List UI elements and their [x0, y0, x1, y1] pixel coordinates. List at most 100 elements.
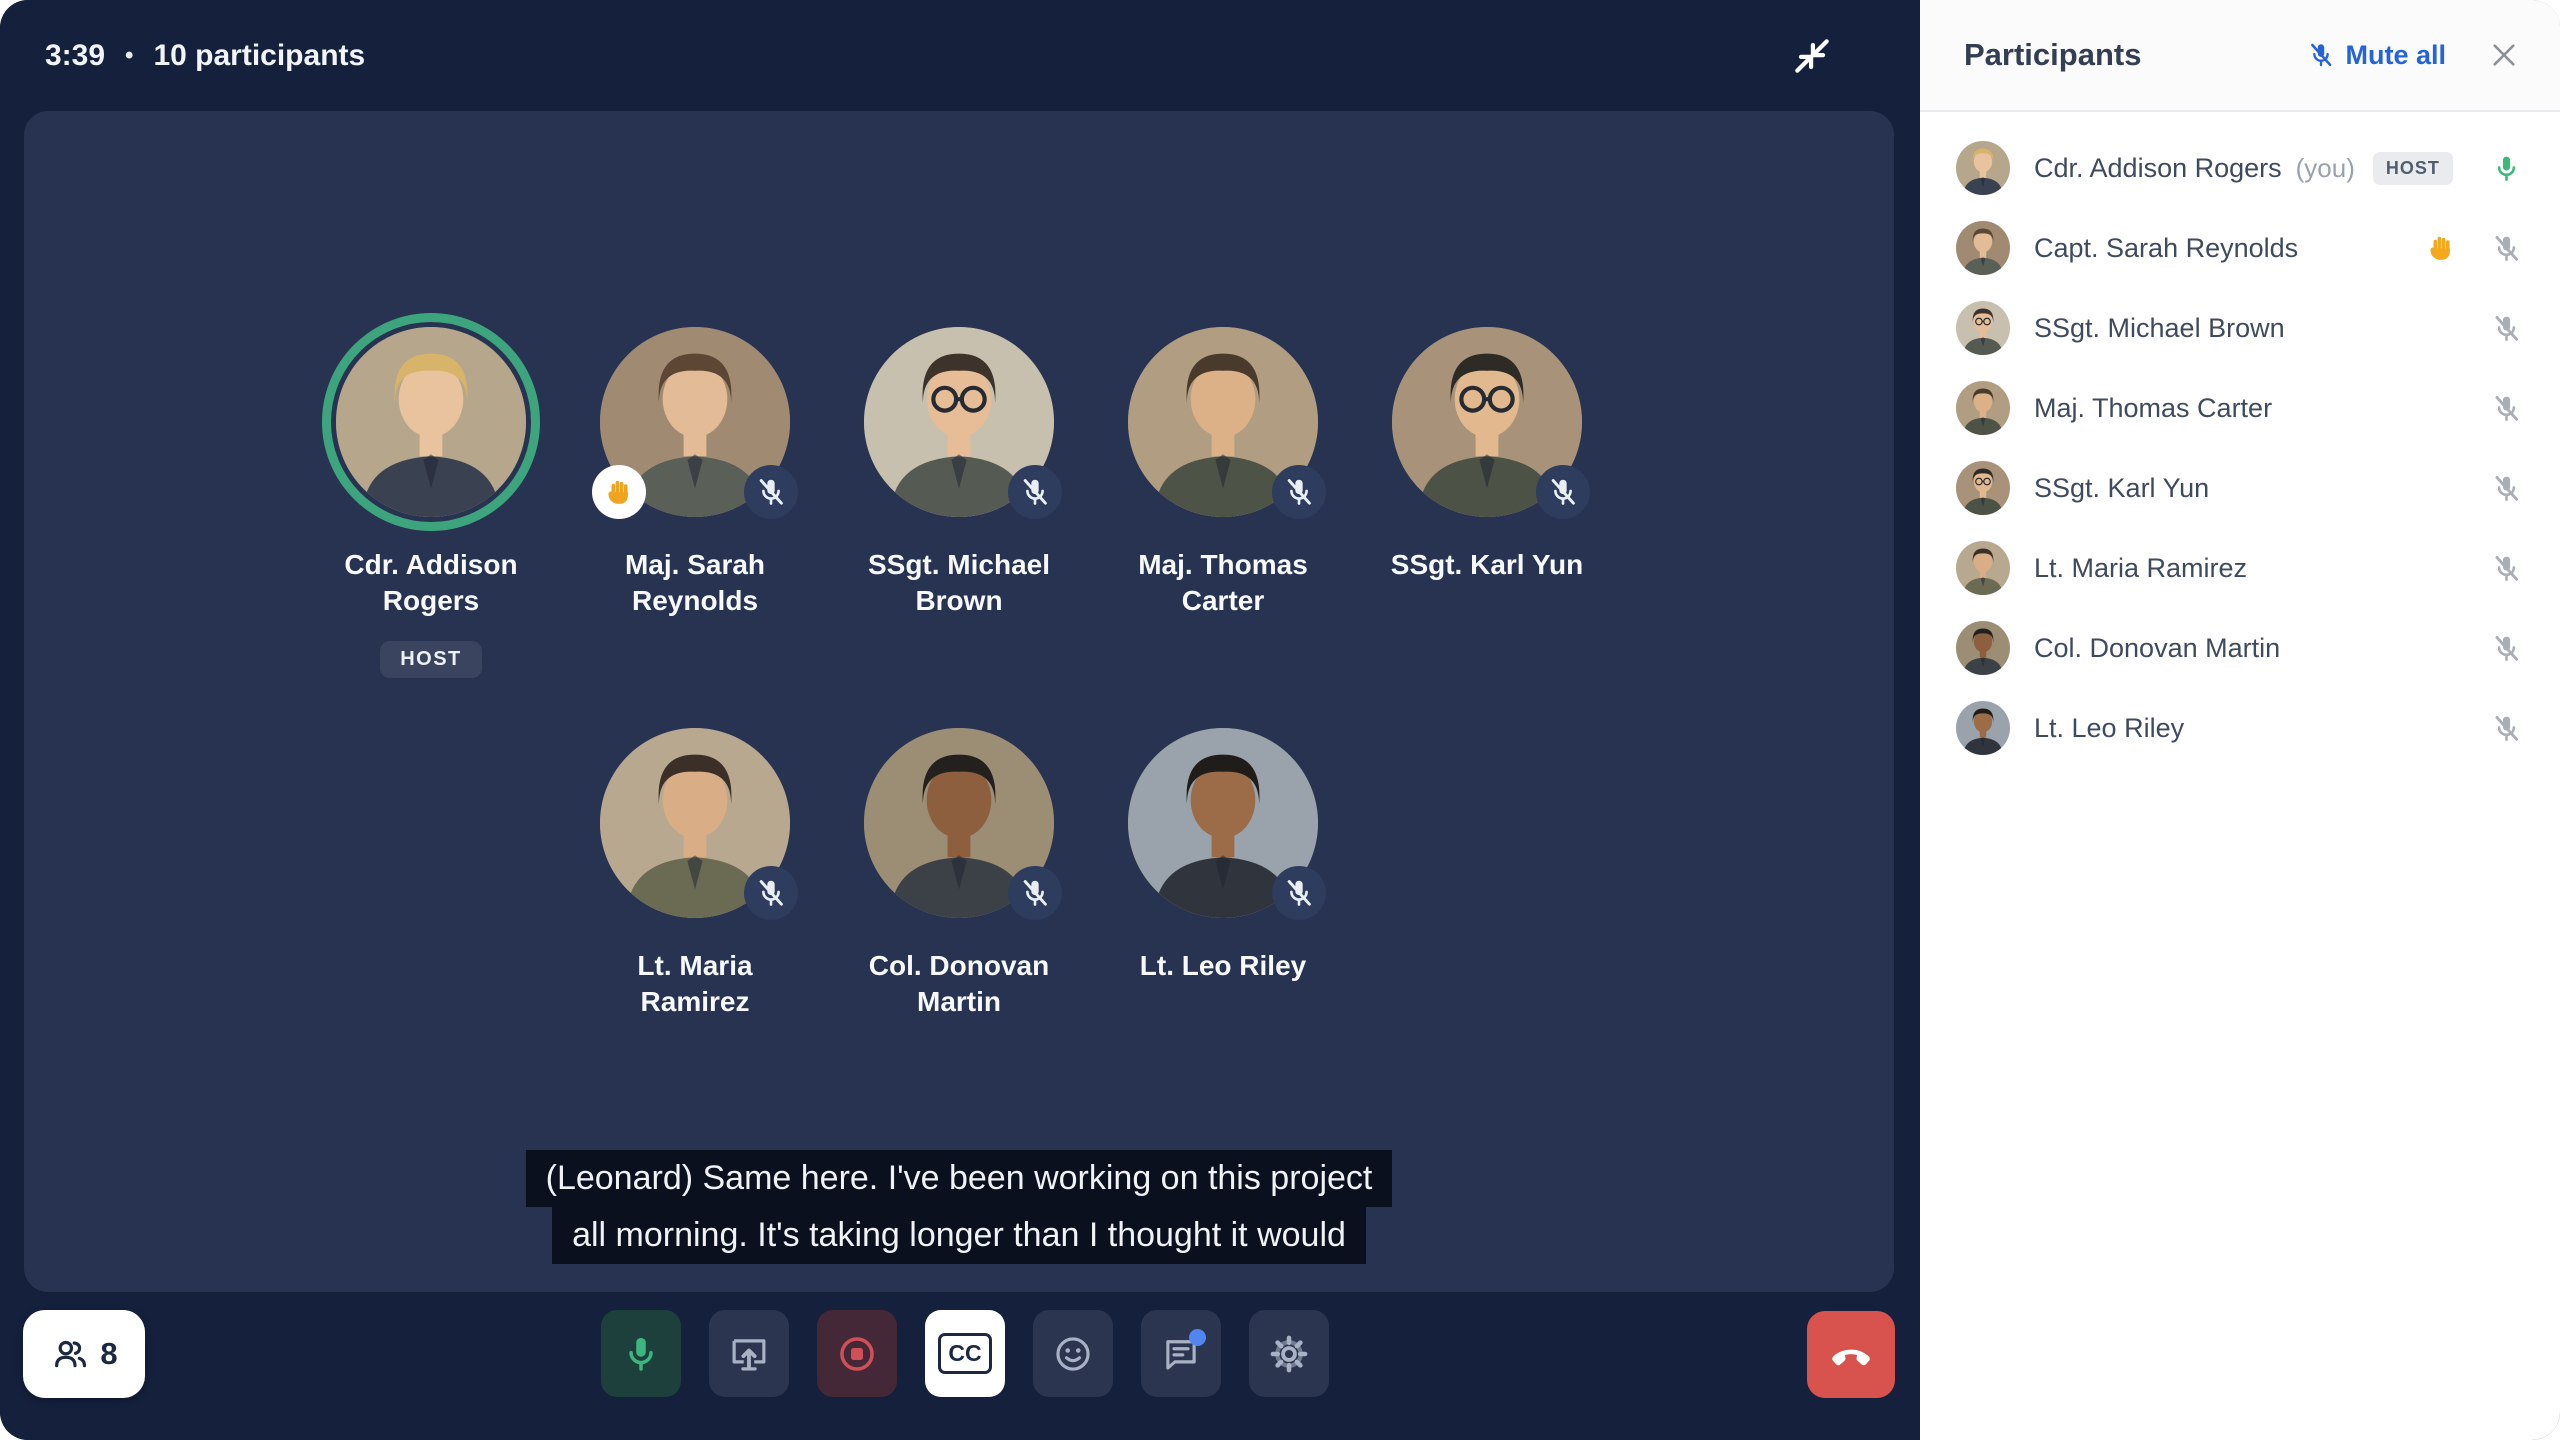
meeting-topbar: 3:39 • 10 participants: [0, 0, 1920, 111]
gear-icon: [1268, 1333, 1310, 1375]
record-button[interactable]: [817, 1310, 897, 1397]
participants-list: Cdr. Addison Rogers (you) HOST Capt. Sar…: [1920, 112, 2560, 768]
participant-name: Lt. Leo Riley: [2034, 713, 2184, 744]
reactions-button[interactable]: [1033, 1310, 1113, 1397]
participant-name: Cdr. Addison Rogers: [324, 547, 538, 619]
separator-dot: •: [125, 42, 133, 70]
participant-tile[interactable]: Maj. Sarah Reynolds: [575, 327, 815, 619]
participant-avatar: [1956, 301, 2010, 355]
smiley-icon: [1052, 1333, 1094, 1375]
participant-name: Cdr. Addison Rogers: [2034, 153, 2282, 184]
muted-mic-icon: [2491, 713, 2522, 744]
muted-mic-icon: [2491, 393, 2522, 424]
participant-row[interactable]: Cdr. Addison Rogers (you) HOST: [1956, 128, 2522, 208]
participant-name: SSgt. Karl Yun: [1391, 547, 1583, 583]
participant-tile[interactable]: Cdr. Addison Rogers HOST: [311, 327, 551, 678]
screen-share-icon: [728, 1333, 770, 1375]
mute-all-button[interactable]: Mute all: [2307, 40, 2446, 71]
muted-mic-badge: [1008, 465, 1062, 519]
microphone-button[interactable]: [601, 1310, 681, 1397]
screen-share-button[interactable]: [709, 1310, 789, 1397]
participant-tile[interactable]: SSgt. Michael Brown: [839, 327, 1079, 619]
muted-mic-icon: [2491, 313, 2522, 344]
meeting-timer: 3:39: [45, 39, 105, 73]
chat-notification-dot: [1189, 1329, 1206, 1346]
participant-avatar: [1956, 141, 2010, 195]
participant-avatar: [1956, 221, 2010, 275]
participant-avatar: [336, 327, 526, 517]
minimize-button[interactable]: [1782, 26, 1842, 86]
raised-hand-icon: [2425, 232, 2457, 264]
participant-row[interactable]: Col. Donovan Martin: [1956, 608, 2522, 688]
muted-mic-icon: [2491, 553, 2522, 584]
muted-mic-badge: [1272, 866, 1326, 920]
video-grid-row-1: Cdr. Addison Rogers HOST: [311, 327, 1607, 678]
host-badge: HOST: [380, 641, 482, 678]
mute-all-label: Mute all: [2345, 40, 2446, 71]
participant-avatar: [1956, 381, 2010, 435]
closed-captions-button[interactable]: CC: [925, 1310, 1005, 1397]
participant-row[interactable]: SSgt. Michael Brown: [1956, 288, 2522, 368]
participant-name: Maj. Thomas Carter: [1116, 547, 1330, 619]
muted-mic-icon: [2307, 41, 2335, 69]
participant-name: Maj. Thomas Carter: [2034, 393, 2272, 424]
participant-row[interactable]: SSgt. Karl Yun: [1956, 448, 2522, 528]
cc-icon: CC: [938, 1333, 991, 1374]
record-stop-icon: [836, 1333, 878, 1375]
muted-mic-icon: [2491, 473, 2522, 504]
participant-name: SSgt. Karl Yun: [2034, 473, 2209, 504]
participant-name: Lt. Maria Ramirez: [588, 948, 802, 1020]
muted-mic-badge: [744, 866, 798, 920]
participant-name: Lt. Leo Riley: [1140, 948, 1306, 984]
meeting-window: 3:39 • 10 participants: [0, 0, 2560, 1440]
participant-tile[interactable]: Lt. Leo Riley: [1103, 728, 1343, 984]
collapse-arrows-icon: [1790, 34, 1834, 78]
muted-mic-badge: [1272, 465, 1326, 519]
panel-title: Participants: [1964, 37, 2307, 73]
participant-tile[interactable]: SSgt. Karl Yun: [1367, 327, 1607, 583]
participant-row[interactable]: Capt. Sarah Reynolds: [1956, 208, 2522, 288]
participant-count-button[interactable]: 8: [23, 1310, 145, 1398]
participant-count-value: 8: [100, 1336, 117, 1372]
close-panel-button[interactable]: [2488, 39, 2520, 71]
muted-mic-icon: [2491, 233, 2522, 264]
captions-overlay: (Leonard) Same here. I've been working o…: [24, 1150, 1894, 1264]
host-badge: HOST: [2373, 152, 2453, 185]
participant-name: Col. Donovan Martin: [852, 948, 1066, 1020]
muted-mic-badge: [1536, 465, 1590, 519]
muted-mic-badge: [744, 465, 798, 519]
participant-row[interactable]: Lt. Leo Riley: [1956, 688, 2522, 768]
you-label: (you): [2296, 153, 2355, 184]
leave-call-button[interactable]: [1807, 1311, 1895, 1398]
raised-hand-badge: [592, 465, 646, 519]
muted-mic-icon: [2491, 633, 2522, 664]
controls-group: CC: [601, 1310, 1329, 1397]
caption-line: (Leonard) Same here. I've been working o…: [526, 1150, 1393, 1207]
participant-name: Col. Donovan Martin: [2034, 633, 2280, 664]
participant-avatar: [1956, 701, 2010, 755]
participant-name: Capt. Sarah Reynolds: [2034, 233, 2298, 264]
close-icon: [2488, 39, 2520, 71]
participant-row[interactable]: Maj. Thomas Carter: [1956, 368, 2522, 448]
main-stage-area: 3:39 • 10 participants: [0, 0, 1920, 1440]
chat-button[interactable]: [1141, 1310, 1221, 1397]
participant-avatar: [1956, 541, 2010, 595]
settings-button[interactable]: [1249, 1310, 1329, 1397]
participant-tile[interactable]: Col. Donovan Martin: [839, 728, 1079, 1020]
phone-down-icon: [1828, 1332, 1874, 1378]
participant-tile[interactable]: Lt. Maria Ramirez: [575, 728, 815, 1020]
video-grid-row-2: Lt. Maria Ramirez Col. Donovan Mar: [575, 728, 1343, 1020]
participant-avatar: [1956, 461, 2010, 515]
participant-name: Lt. Maria Ramirez: [2034, 553, 2247, 584]
caption-line: all morning. It's taking longer than I t…: [552, 1207, 1366, 1264]
participant-name: Maj. Sarah Reynolds: [588, 547, 802, 619]
meeting-info: 3:39 • 10 participants: [45, 39, 365, 73]
participant-name: SSgt. Michael Brown: [2034, 313, 2285, 344]
participant-avatar: [1956, 621, 2010, 675]
muted-mic-badge: [1008, 866, 1062, 920]
participant-row[interactable]: Lt. Maria Ramirez: [1956, 528, 2522, 608]
mic-on-icon: [2491, 153, 2522, 184]
call-controls-bar: 8: [0, 1310, 1920, 1398]
participant-tile[interactable]: Maj. Thomas Carter: [1103, 327, 1343, 619]
speaking-ring: [322, 313, 540, 531]
